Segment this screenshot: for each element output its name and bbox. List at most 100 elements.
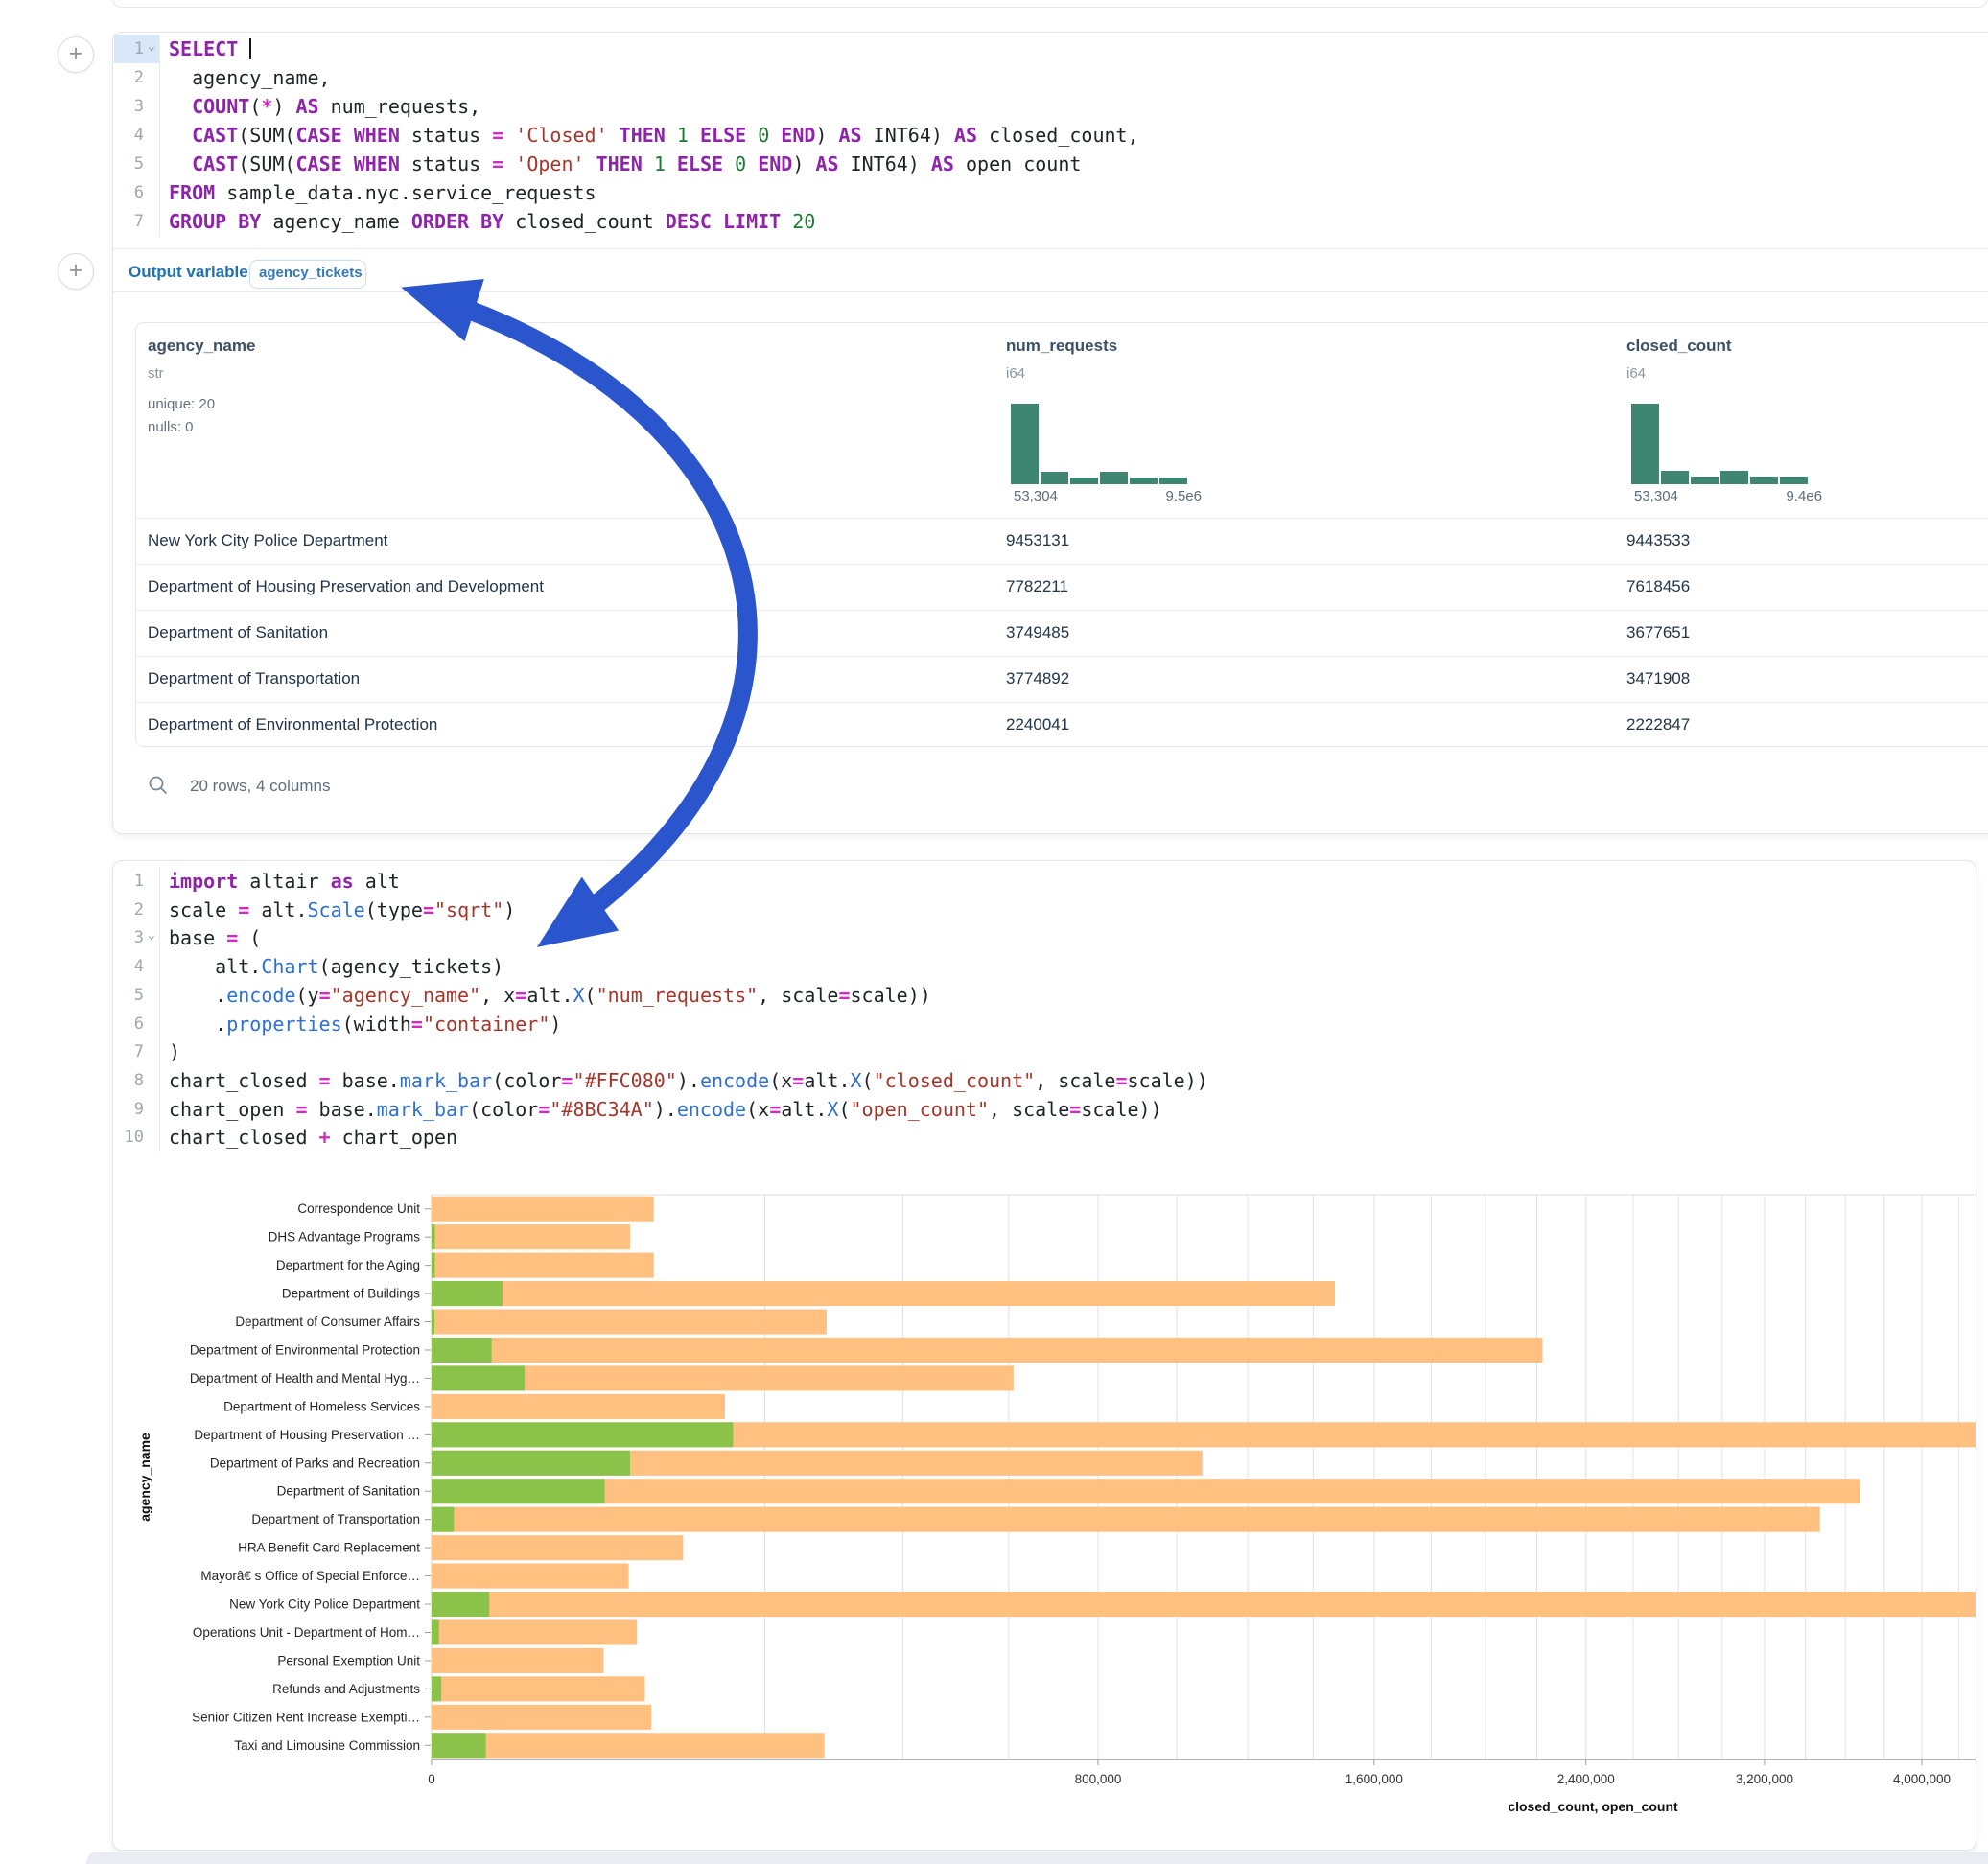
chart-bar-closed [432, 1535, 683, 1560]
y-axis-label: Department of Health and Mental Hyg… [190, 1371, 420, 1386]
output-variable-value: agency_tickets [250, 261, 363, 281]
fold-chevron-icon[interactable]: ⌄ [148, 33, 155, 61]
python-chart-cell: 1import altair as alt2scale = alt.Scale(… [112, 860, 1976, 1851]
bar-chart: Correspondence UnitDHS Advantage Program… [113, 861, 1976, 1851]
divider [113, 248, 1988, 249]
line-number: 2 [113, 63, 144, 92]
chart-bar-closed [432, 1619, 637, 1644]
divider [113, 291, 1988, 292]
code-line[interactable]: 2 agency_name, [113, 63, 1988, 92]
search-icon[interactable] [148, 775, 169, 796]
column-type: i64 [1626, 365, 1646, 382]
y-axis-label: HRA Benefit Card Replacement [238, 1541, 420, 1555]
plus-icon: + [69, 257, 83, 284]
gutter-divider [159, 35, 160, 236]
y-axis-label: Senior Citizen Rent Increase Exempti… [192, 1710, 420, 1724]
code-line[interactable]: 5 CAST(SUM(CASE WHEN status = 'Open' THE… [113, 150, 1988, 178]
column-header[interactable]: closed_count [1626, 337, 1732, 356]
chart-bar-open [432, 1338, 492, 1363]
x-axis-tick-label: 1,600,000 [1345, 1772, 1403, 1786]
output-variable-pill[interactable]: agency_tickets [249, 260, 366, 289]
cell-agency-name[interactable]: Department of Sanitation [148, 610, 328, 656]
y-axis-label: Refunds and Adjustments [272, 1682, 420, 1696]
y-axis-label: Department of Sanitation [277, 1484, 420, 1499]
code-line[interactable]: 4 CAST(SUM(CASE WHEN status = 'Closed' T… [113, 121, 1988, 150]
cell-num-requests[interactable]: 7782211 [1006, 564, 1068, 610]
chart-bar-closed [432, 1394, 725, 1419]
histogram-bar [1159, 478, 1187, 484]
cell-num-requests[interactable]: 9453131 [1006, 518, 1069, 564]
cell-agency-name[interactable]: Department of Environmental Protection [148, 702, 437, 748]
cell-closed-count[interactable]: 3677651 [1626, 610, 1690, 656]
histogram-max-label: 9.5e6 [1125, 488, 1202, 504]
chart-bar-open [432, 1281, 503, 1306]
chart-bar-open [432, 1422, 733, 1447]
cell-closed-count[interactable]: 9443533 [1626, 518, 1690, 564]
line-number: 3 [113, 92, 144, 121]
x-axis-tick-label: 800,000 [1075, 1772, 1122, 1786]
x-axis-tick-label: 0 [428, 1772, 435, 1786]
histogram-bar [1750, 477, 1778, 484]
line-number: 6 [113, 178, 144, 207]
column-header[interactable]: agency_name [148, 337, 255, 356]
column-header[interactable]: num_requests [1006, 337, 1117, 356]
code-line[interactable]: 3 COUNT(*) AS num_requests, [113, 92, 1988, 121]
histogram-min-label: 53,304 [1014, 488, 1058, 504]
line-number: 4 [113, 121, 144, 150]
chart-bar-closed [432, 1310, 827, 1335]
chart-bar-closed [432, 1676, 644, 1701]
y-axis-label: Mayorâ€ s Office of Special Enforce… [200, 1569, 420, 1583]
x-axis-tick-label: 3,200,000 [1736, 1772, 1793, 1786]
code-line[interactable]: 1⌄SELECT [113, 35, 1988, 63]
y-axis-label: Department of Environmental Protection [190, 1342, 420, 1357]
column-meta: unique: 20 [148, 396, 215, 412]
y-axis-label: Department of Transportation [251, 1512, 420, 1526]
histogram-bar [1720, 471, 1748, 484]
y-axis-label: Operations Unit - Department of Hom… [193, 1625, 420, 1640]
results-table: agency_namestrunique: 20nulls: 0num_requ… [135, 322, 1988, 747]
chart-bar-closed [432, 1733, 825, 1758]
y-axis-label: New York City Police Department [229, 1597, 420, 1612]
y-axis-label: Department of Buildings [282, 1287, 420, 1301]
cell-closed-count[interactable]: 7618456 [1626, 564, 1690, 610]
histogram-bar [1631, 404, 1659, 484]
cell-closed-count[interactable]: 3471908 [1626, 656, 1690, 702]
chart-bar-closed [432, 1564, 629, 1589]
histogram-bar [1661, 471, 1689, 484]
chart-bar-closed [432, 1197, 654, 1222]
code-text: agency_name, [169, 63, 331, 92]
column-histogram [1011, 404, 1188, 484]
chart-bar-closed [432, 1507, 1820, 1532]
code-text: GROUP BY agency_name ORDER BY closed_cou… [169, 207, 815, 236]
chart-bar-closed [432, 1705, 651, 1730]
chart-bar-open [432, 1253, 434, 1278]
cell-agency-name[interactable]: Department of Transportation [148, 656, 360, 702]
chart-bar-open [432, 1676, 441, 1701]
code-line[interactable]: 6FROM sample_data.nyc.service_requests [113, 178, 1988, 207]
histogram-min-label: 53,304 [1634, 488, 1678, 504]
code-text: CAST(SUM(CASE WHEN status = 'Closed' THE… [169, 121, 1139, 150]
histogram-bar [1070, 478, 1098, 484]
cell-num-requests[interactable]: 2240041 [1006, 702, 1069, 748]
next-cell-edge [86, 1852, 1988, 1864]
y-axis-label: Department of Parks and Recreation [210, 1456, 420, 1470]
chart-bar-open [432, 1733, 486, 1758]
plus-icon: + [69, 40, 83, 67]
chart-bar-open [432, 1310, 434, 1335]
column-type: str [148, 365, 164, 382]
table-footer-label: 20 rows, 4 columns [190, 777, 330, 796]
cell-agency-name[interactable]: Department of Housing Preservation and D… [148, 564, 544, 610]
add-cell-button[interactable]: + [58, 253, 94, 290]
cell-num-requests[interactable]: 3774892 [1006, 656, 1069, 702]
chart-bar-open [432, 1507, 454, 1532]
text-cursor [249, 38, 251, 59]
cell-agency-name[interactable]: New York City Police Department [148, 518, 387, 564]
histogram-bar [1691, 477, 1719, 484]
histogram-bar [1011, 404, 1039, 484]
chart-bar-open [432, 1619, 439, 1644]
cell-closed-count[interactable]: 2222847 [1626, 702, 1690, 748]
code-line[interactable]: 7GROUP BY agency_name ORDER BY closed_co… [113, 207, 1988, 236]
cell-num-requests[interactable]: 3749485 [1006, 610, 1069, 656]
add-cell-button[interactable]: + [58, 36, 94, 73]
x-axis-tick-label: 4,000,000 [1893, 1772, 1951, 1786]
